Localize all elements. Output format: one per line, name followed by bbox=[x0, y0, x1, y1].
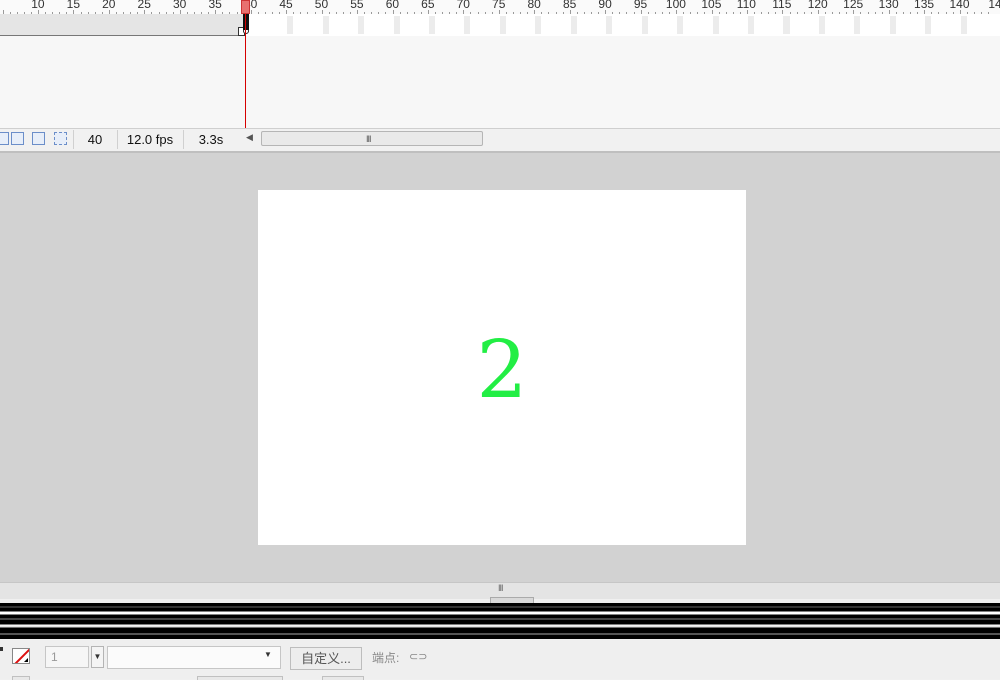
scrollbar-grip: III bbox=[366, 134, 371, 144]
lower-control-fragment bbox=[322, 676, 364, 680]
frame-cell-marker bbox=[393, 16, 400, 34]
elapsed-time-field: 3.3s bbox=[183, 130, 238, 149]
custom-stroke-button[interactable]: 自定义... bbox=[290, 647, 362, 670]
stroke-color-swatch[interactable] bbox=[12, 648, 30, 664]
frame-cell-marker bbox=[570, 16, 577, 34]
chevron-down-icon[interactable]: ▼ bbox=[264, 650, 272, 659]
frame-cell-marker bbox=[960, 16, 967, 34]
frame-cell-marker bbox=[854, 16, 861, 34]
frame-cell-marker bbox=[287, 16, 294, 34]
splitter-grip: III bbox=[498, 583, 503, 593]
frame-cell-marker bbox=[889, 16, 896, 34]
playhead-line bbox=[245, 14, 246, 129]
stroke-width-dropdown-icon[interactable]: ▼ bbox=[91, 646, 104, 668]
frame-rate-field[interactable]: 12.0 fps bbox=[117, 130, 182, 149]
stage-text-object[interactable]: 2 bbox=[258, 190, 746, 545]
frame-cell-marker bbox=[818, 16, 825, 34]
frame-cell-marker bbox=[322, 16, 329, 34]
timeline-status-bar: 40 12.0 fps 3.3s ◀ III bbox=[0, 128, 1000, 151]
swatch-dropdown-corner-icon bbox=[24, 658, 28, 662]
frame-cell-marker bbox=[428, 16, 436, 34]
filled-frames-span[interactable] bbox=[0, 14, 244, 36]
timeline-empty-area bbox=[0, 36, 1000, 128]
frame-cell-marker bbox=[464, 16, 471, 34]
frame-cell-marker bbox=[499, 16, 506, 34]
edit-multiple-frames-icon[interactable] bbox=[54, 132, 67, 145]
frame-cell-marker bbox=[358, 16, 365, 34]
stroke-width-input[interactable]: 1 bbox=[45, 646, 89, 668]
ruler-label: 14 bbox=[988, 0, 1000, 11]
playhead-current-frame bbox=[243, 14, 249, 30]
frame-cell-marker bbox=[748, 16, 755, 34]
frame-cell-marker bbox=[535, 16, 542, 34]
cap-style-icon[interactable]: ⊂⊃ bbox=[409, 650, 427, 663]
onion-skin-icon[interactable] bbox=[11, 132, 24, 145]
endpoint-label: 端点: bbox=[372, 651, 400, 665]
lower-control-fragment bbox=[197, 676, 283, 680]
pencil-icon[interactable] bbox=[0, 647, 3, 651]
center-frame-icon[interactable] bbox=[0, 132, 9, 145]
lower-control-fragment bbox=[12, 676, 30, 680]
frame-cell-marker bbox=[641, 16, 648, 34]
frame-cell-marker bbox=[925, 16, 932, 34]
timeline-ruler[interactable]: 10 15 20 25 30 35 40 45 50 55 60 65 70 75 80 85 90 95 100 1… bbox=[0, 0, 1000, 15]
frame-cell-marker bbox=[783, 16, 790, 34]
render-artifact-band bbox=[0, 603, 1000, 639]
frame-cell-marker bbox=[677, 16, 684, 34]
horizontal-scrollbar-thumb[interactable] bbox=[261, 131, 483, 146]
stage-text-content: 2 bbox=[476, 323, 528, 416]
frame-cell-marker bbox=[606, 16, 613, 34]
scroll-left-arrow-icon[interactable]: ◀ bbox=[246, 132, 253, 143]
frame-cell-marker bbox=[712, 16, 719, 34]
stage-canvas[interactable]: 2 bbox=[258, 190, 746, 545]
stroke-style-select[interactable] bbox=[107, 646, 281, 669]
current-frame-field[interactable]: 40 bbox=[73, 130, 116, 149]
playhead-handle[interactable] bbox=[241, 0, 250, 14]
onion-skin-outlines-icon[interactable] bbox=[32, 132, 45, 145]
